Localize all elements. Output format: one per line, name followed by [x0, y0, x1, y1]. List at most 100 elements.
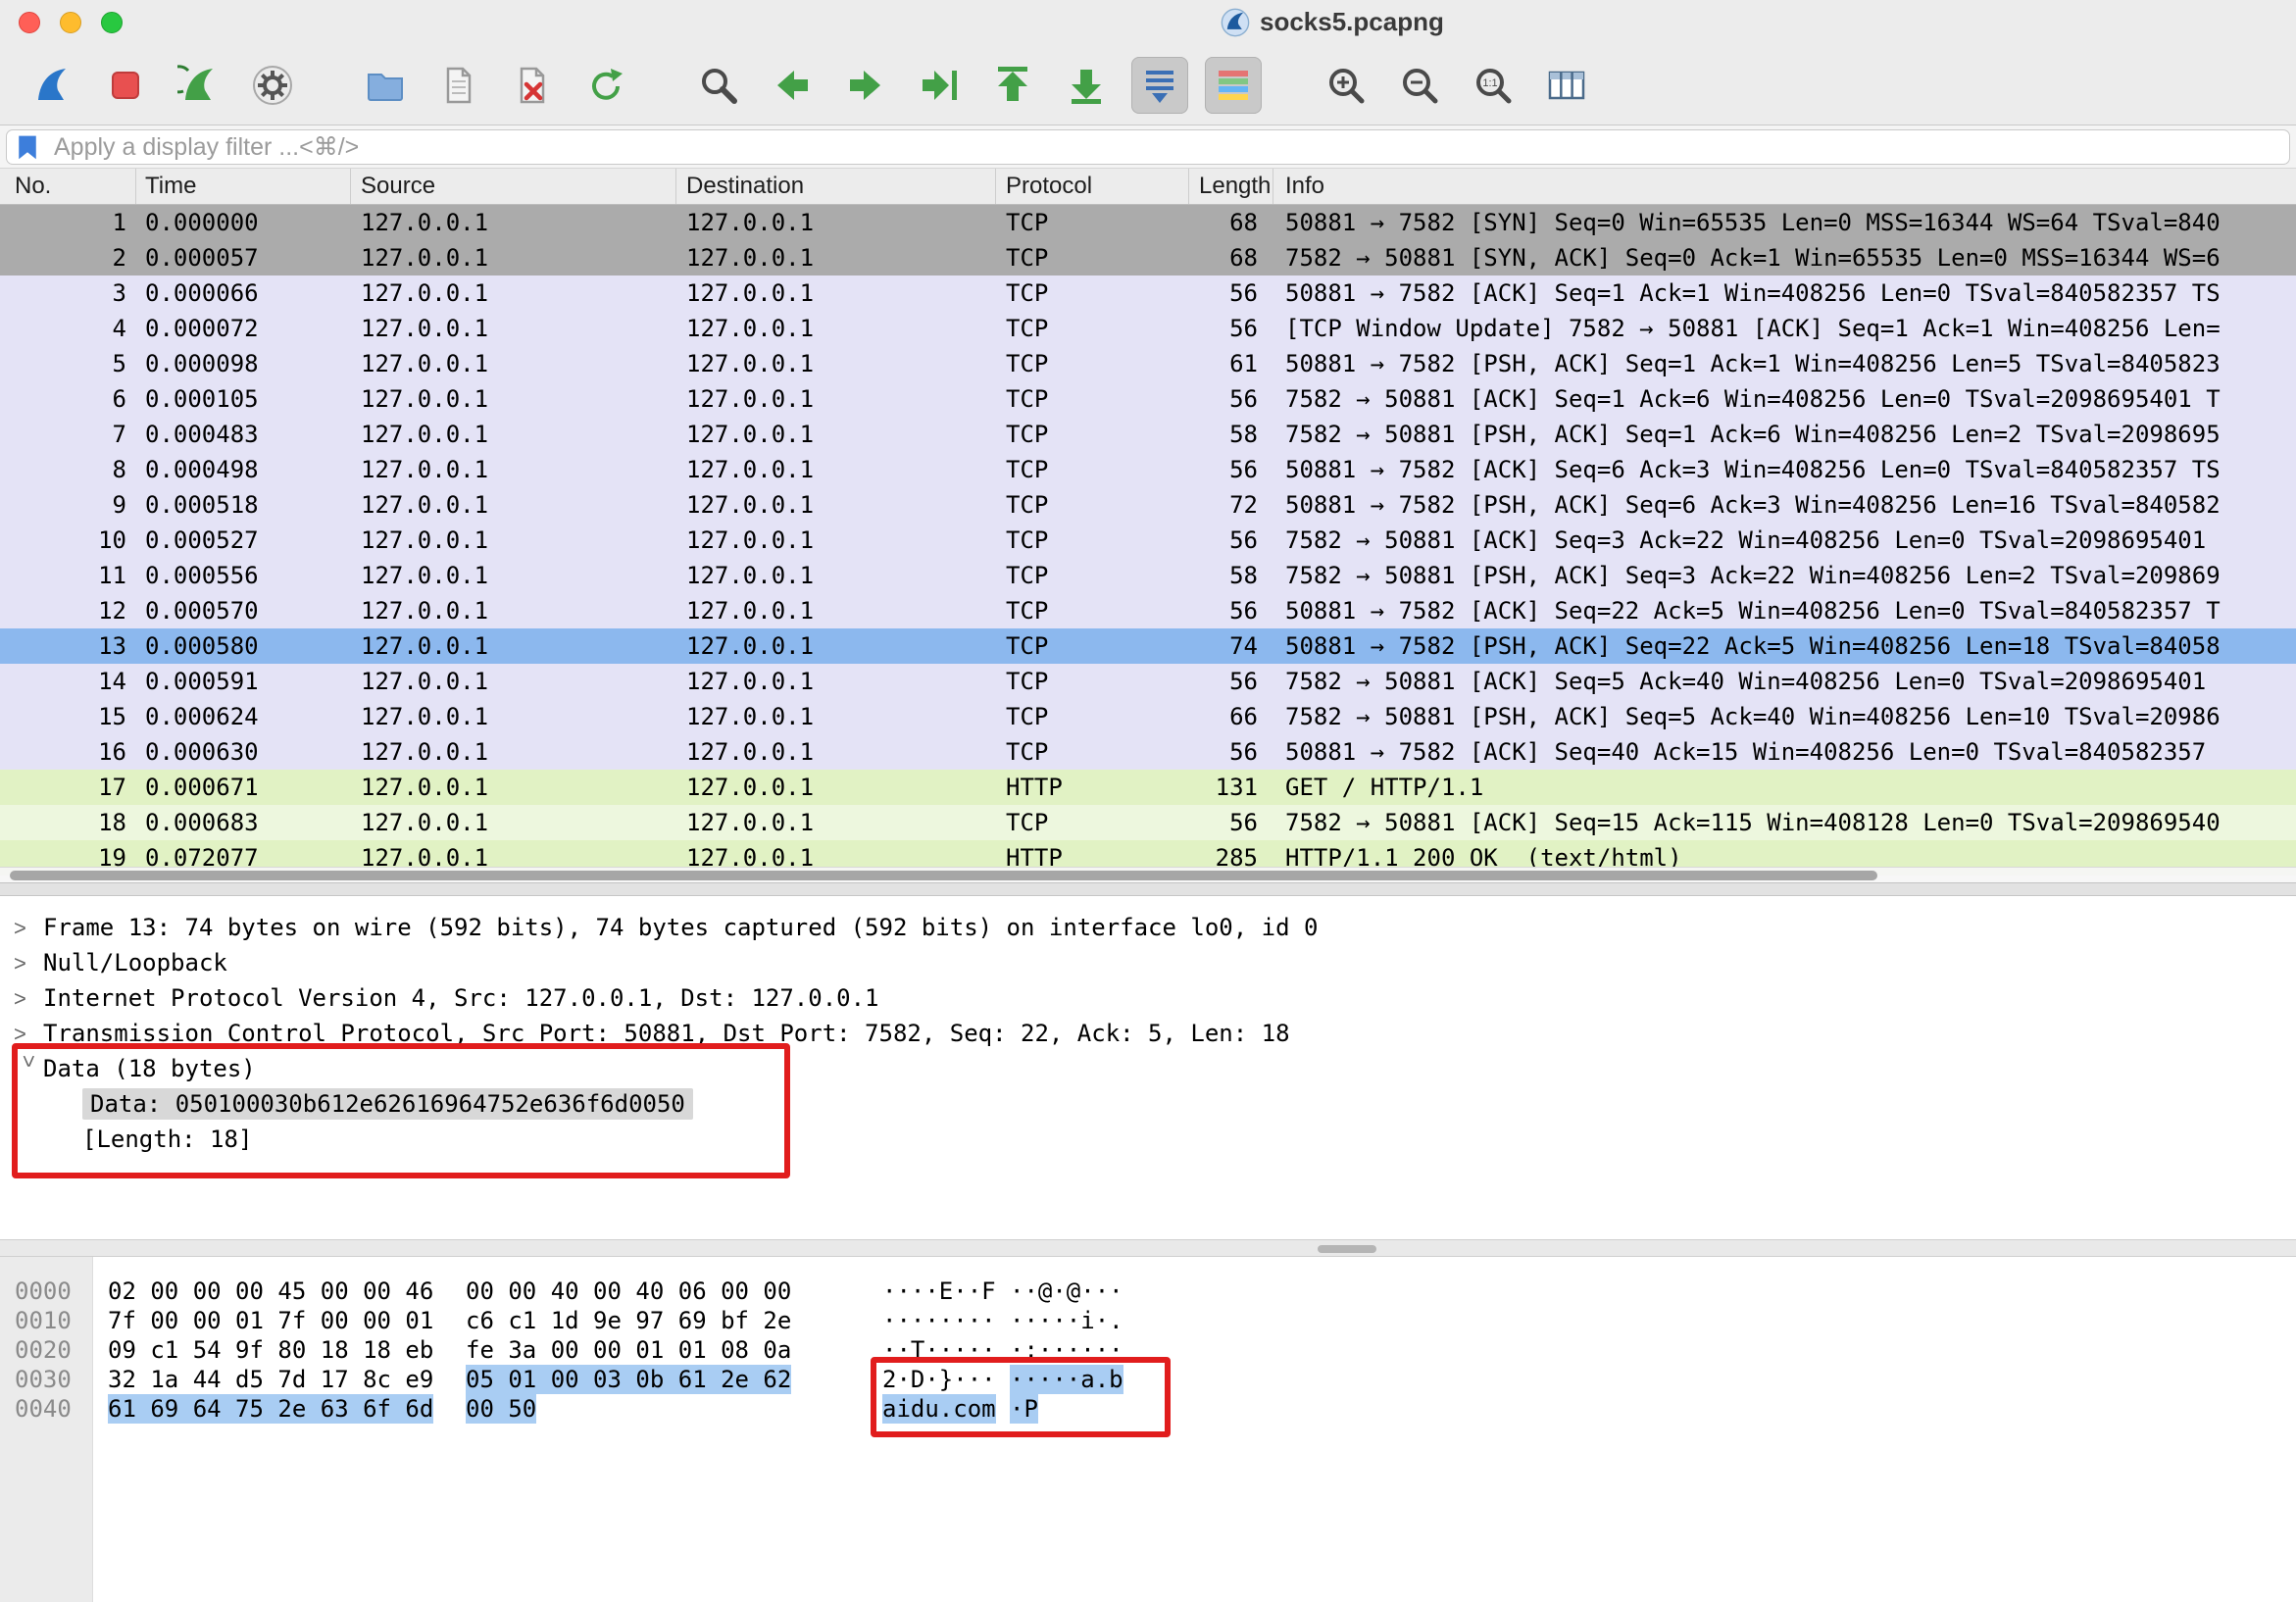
packet-cell-no: 7 — [0, 417, 136, 452]
splitter-handle[interactable] — [1318, 1245, 1376, 1253]
hex-ascii[interactable]: ·····i·. — [1010, 1306, 1123, 1335]
go-last-packet-button[interactable] — [1058, 57, 1115, 114]
packet-cell-destination: 127.0.0.1 — [676, 699, 996, 734]
go-first-packet-button[interactable] — [984, 57, 1041, 114]
packet-row-14[interactable]: 140.000591127.0.0.1127.0.0.1TCP567582 → … — [0, 664, 2296, 699]
restart-capture-button[interactable] — [171, 57, 227, 114]
horizontal-scrollbar[interactable] — [0, 867, 2296, 882]
close-file-button[interactable] — [504, 57, 561, 114]
packet-row-8[interactable]: 80.000498127.0.0.1127.0.0.1TCP5650881 → … — [0, 452, 2296, 487]
packet-row-16[interactable]: 160.000630127.0.0.1127.0.0.1TCP5650881 →… — [0, 734, 2296, 770]
packet-row-1[interactable]: 10.000000127.0.0.1127.0.0.1TCP6850881 → … — [0, 205, 2296, 240]
auto-scroll-button[interactable] — [1131, 57, 1188, 114]
stop-capture-button[interactable] — [97, 57, 154, 114]
hex-bytes[interactable]: 00 00 40 00 40 06 00 00 — [466, 1277, 791, 1306]
minimize-window-button[interactable] — [60, 12, 81, 33]
scrollbar-thumb[interactable] — [10, 871, 1877, 880]
hex-bytes[interactable]: 02 00 00 00 45 00 00 46 — [108, 1277, 433, 1306]
go-forward-button[interactable] — [837, 57, 894, 114]
save-file-icon — [437, 64, 480, 107]
packet-cell-time: 0.000624 — [136, 699, 351, 734]
hex-bytes[interactable]: 09 c1 54 9f 80 18 18 eb — [108, 1335, 433, 1365]
start-capture-button[interactable] — [24, 57, 80, 114]
packet-cell-source: 127.0.0.1 — [351, 593, 676, 628]
chevron-expanded-icon[interactable]: > — [11, 1055, 46, 1084]
chevron-collapsed-icon[interactable]: > — [14, 946, 43, 981]
hex-ascii[interactable]: ·:······ — [1010, 1335, 1123, 1365]
packet-row-18[interactable]: 180.000683127.0.0.1127.0.0.1TCP567582 → … — [0, 805, 2296, 840]
packet-row-17[interactable]: 170.000671127.0.0.1127.0.0.1HTTP131GET /… — [0, 770, 2296, 805]
resize-columns-button[interactable] — [1538, 57, 1595, 114]
hex-ascii[interactable]: ··@·@··· — [1010, 1277, 1123, 1306]
column-header-destination[interactable]: Destination — [676, 169, 996, 204]
packet-row-10[interactable]: 100.000527127.0.0.1127.0.0.1TCP567582 → … — [0, 523, 2296, 558]
hex-bytes[interactable]: c6 c1 1d 9e 97 69 bf 2e — [466, 1306, 791, 1335]
chevron-collapsed-icon[interactable]: > — [14, 911, 43, 946]
column-header-info[interactable]: Info — [1273, 169, 2296, 204]
save-file-button[interactable] — [430, 57, 487, 114]
hex-ascii[interactable]: ··T····· — [882, 1335, 996, 1365]
reload-file-button[interactable] — [577, 57, 634, 114]
packet-cell-length: 68 — [1189, 205, 1273, 240]
filter-bookmark-icon[interactable] — [14, 133, 41, 161]
hex-ascii[interactable]: aidu.com — [882, 1394, 996, 1424]
zoom-out-button[interactable] — [1391, 57, 1448, 114]
chevron-collapsed-icon[interactable]: > — [14, 981, 43, 1017]
packet-row-3[interactable]: 30.000066127.0.0.1127.0.0.1TCP5650881 → … — [0, 275, 2296, 311]
packet-cell-length: 56 — [1189, 523, 1273, 558]
hex-ascii[interactable]: ·P — [1010, 1394, 1038, 1424]
column-header-source[interactable]: Source — [351, 169, 676, 204]
find-packet-button[interactable] — [690, 57, 747, 114]
packet-row-2[interactable]: 20.000057127.0.0.1127.0.0.1TCP687582 → 5… — [0, 240, 2296, 275]
hex-bytes[interactable]: 7f 00 00 01 7f 00 00 01 — [108, 1306, 433, 1335]
packet-cell-protocol: TCP — [996, 417, 1189, 452]
detail-line[interactable]: >Frame 13: 74 bytes on wire (592 bits), … — [14, 910, 2296, 945]
packet-cell-protocol: TCP — [996, 205, 1189, 240]
open-file-button[interactable] — [357, 57, 414, 114]
packet-row-13[interactable]: 130.000580127.0.0.1127.0.0.1TCP7450881 →… — [0, 628, 2296, 664]
colorize-button[interactable] — [1205, 57, 1262, 114]
detail-line[interactable]: Data: 050100030b612e62616964752e636f6d00… — [14, 1086, 2296, 1122]
column-header-no[interactable]: No. — [0, 169, 136, 204]
packet-row-15[interactable]: 150.000624127.0.0.1127.0.0.1TCP667582 → … — [0, 699, 2296, 734]
go-to-packet-button[interactable] — [911, 57, 968, 114]
packet-cell-protocol: TCP — [996, 523, 1189, 558]
packet-row-4[interactable]: 40.000072127.0.0.1127.0.0.1TCP56[TCP Win… — [0, 311, 2296, 346]
close-window-button[interactable] — [19, 12, 40, 33]
packet-cell-length: 68 — [1189, 240, 1273, 275]
pane-splitter[interactable] — [0, 1239, 2296, 1257]
hex-bytes[interactable]: 32 1a 44 d5 7d 17 8c e9 — [108, 1365, 433, 1394]
hex-ascii[interactable]: 2·D·}··· — [882, 1365, 996, 1394]
column-header-protocol[interactable]: Protocol — [996, 169, 1189, 204]
column-header-length[interactable]: Length — [1189, 169, 1273, 204]
zoom-window-button[interactable] — [101, 12, 123, 33]
packet-row-6[interactable]: 60.000105127.0.0.1127.0.0.1TCP567582 → 5… — [0, 381, 2296, 417]
pane-divider[interactable] — [0, 882, 2296, 896]
hex-ascii[interactable]: ·····a.b — [1010, 1365, 1123, 1394]
hex-bytes[interactable]: 00 50 — [466, 1394, 536, 1424]
packet-row-7[interactable]: 70.000483127.0.0.1127.0.0.1TCP587582 → 5… — [0, 417, 2296, 452]
chevron-collapsed-icon[interactable]: > — [14, 1017, 43, 1052]
detail-line[interactable]: >Null/Loopback — [14, 945, 2296, 980]
column-header-time[interactable]: Time — [136, 169, 351, 204]
packet-row-9[interactable]: 90.000518127.0.0.1127.0.0.1TCP7250881 → … — [0, 487, 2296, 523]
hex-ascii[interactable]: ········ — [882, 1306, 996, 1335]
packet-row-5[interactable]: 50.000098127.0.0.1127.0.0.1TCP6150881 → … — [0, 346, 2296, 381]
hex-bytes[interactable]: fe 3a 00 00 01 01 08 0a — [466, 1335, 791, 1365]
detail-line[interactable]: >Data (18 bytes) — [14, 1051, 2296, 1086]
hex-bytes[interactable]: 05 01 00 03 0b 61 2e 62 — [466, 1365, 791, 1394]
packet-cell-info: [TCP Window Update] 7582 → 50881 [ACK] S… — [1273, 311, 2296, 346]
packet-row-12[interactable]: 120.000570127.0.0.1127.0.0.1TCP5650881 →… — [0, 593, 2296, 628]
zoom-reset-button[interactable]: 1:1 — [1465, 57, 1522, 114]
capture-options-button[interactable] — [244, 57, 301, 114]
display-filter-input[interactable] — [6, 129, 2290, 165]
detail-line[interactable]: >Transmission Control Protocol, Src Port… — [14, 1016, 2296, 1051]
go-back-button[interactable] — [764, 57, 821, 114]
hex-bytes[interactable]: 61 69 64 75 2e 63 6f 6d — [108, 1394, 433, 1424]
hex-ascii[interactable]: ····E··F — [882, 1277, 996, 1306]
detail-line[interactable]: [Length: 18] — [14, 1122, 2296, 1157]
detail-line[interactable]: >Internet Protocol Version 4, Src: 127.0… — [14, 980, 2296, 1016]
packet-row-11[interactable]: 110.000556127.0.0.1127.0.0.1TCP587582 → … — [0, 558, 2296, 593]
zoom-in-button[interactable] — [1318, 57, 1374, 114]
packet-cell-protocol: TCP — [996, 346, 1189, 381]
